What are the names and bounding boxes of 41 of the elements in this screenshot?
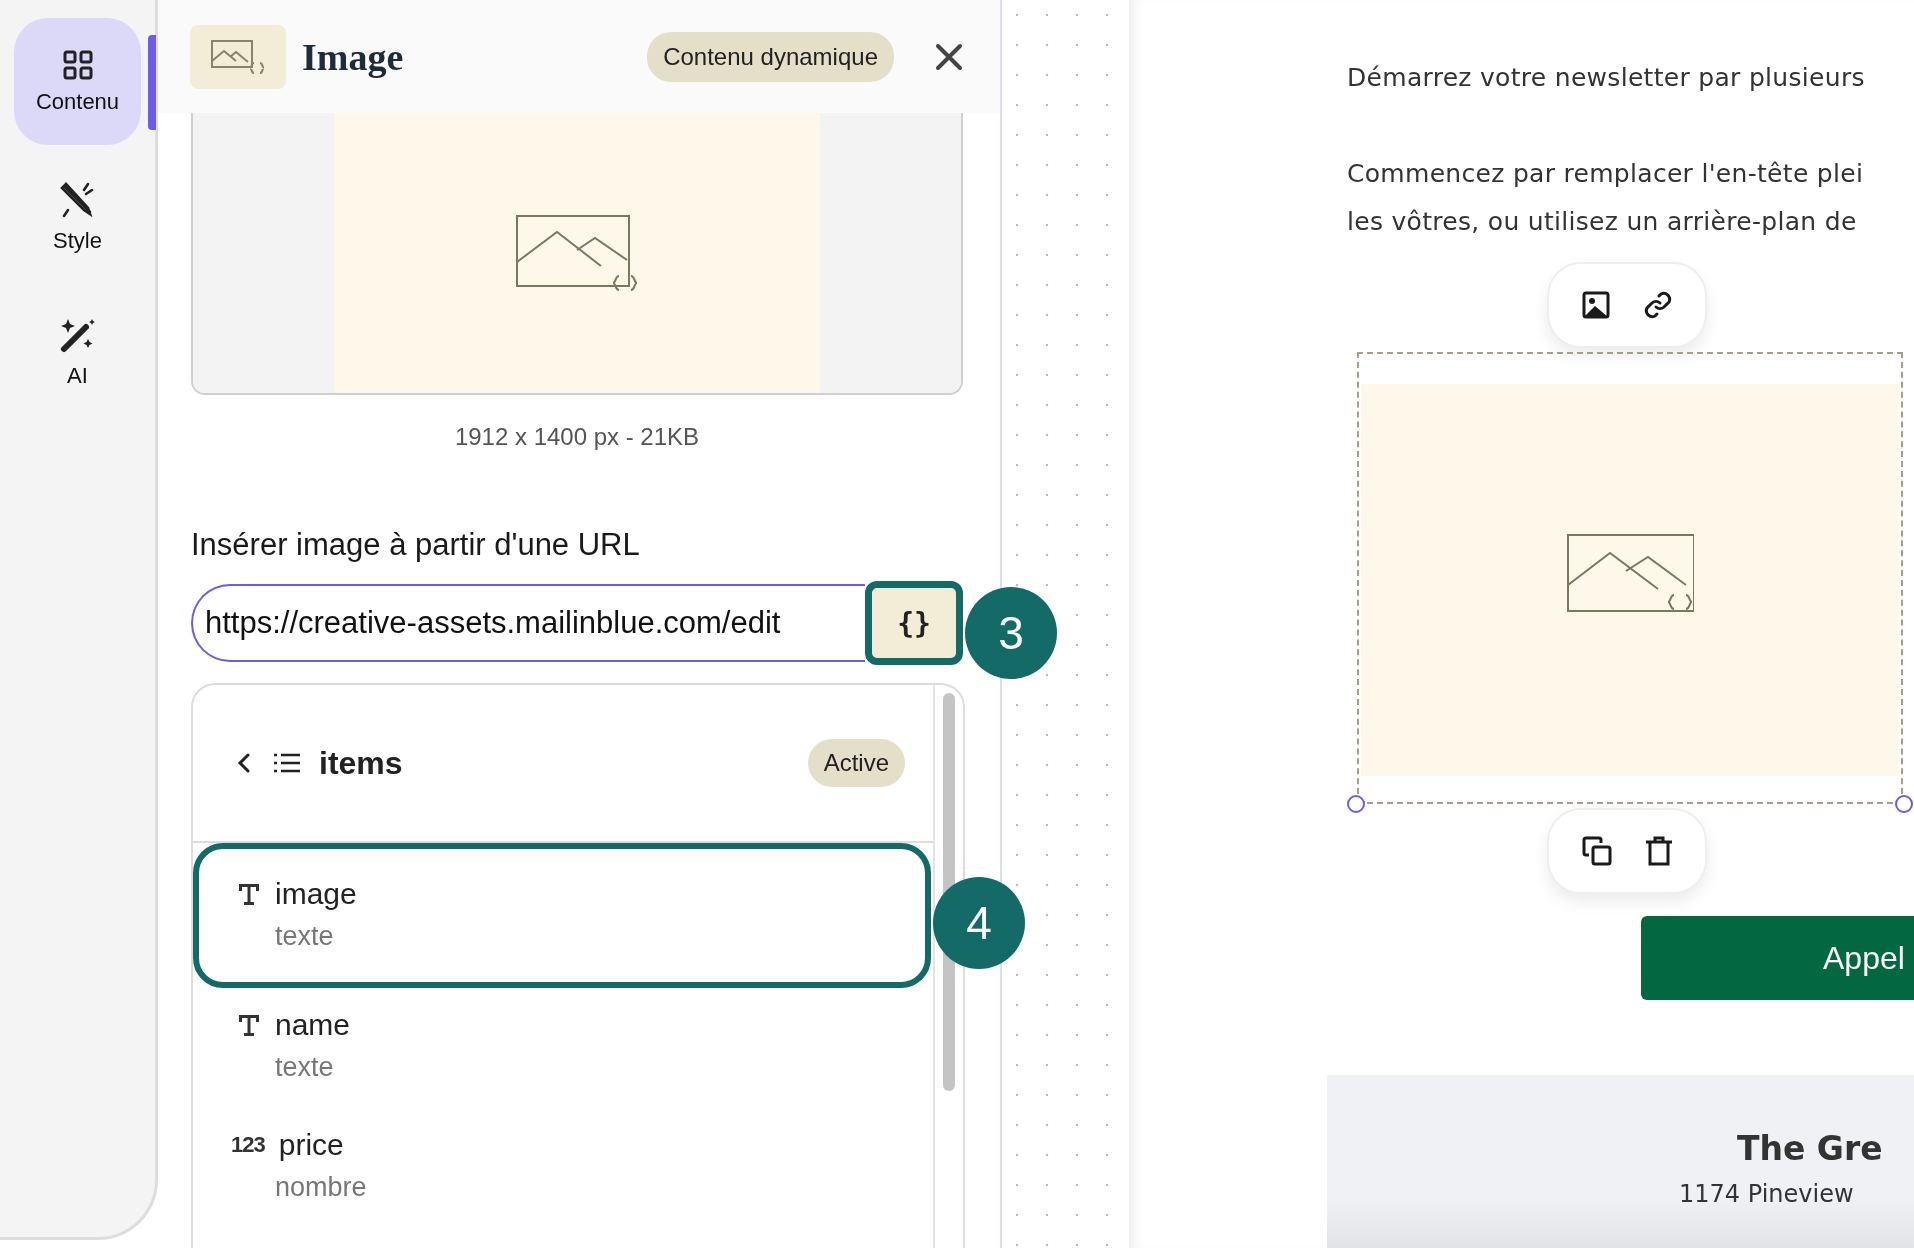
- field-type: nombre: [275, 1172, 368, 1203]
- collection-title: items: [319, 744, 404, 782]
- field-name: price: [278, 1128, 344, 1162]
- back-icon: [237, 752, 251, 774]
- dynamic-content-button[interactable]: {}: [865, 581, 963, 665]
- image-icon[interactable]: [1580, 290, 1611, 320]
- field-name: image: [275, 877, 357, 911]
- url-field[interactable]: https://creative-assets.mailinblue.com/edit: [191, 584, 865, 662]
- status-badge: Active: [807, 739, 905, 787]
- body-text: les vôtres, ou utilisez un arrière-plan de: [1347, 206, 1857, 238]
- company-address: 1174 Pineview: [1679, 1180, 1855, 1208]
- company-name: The Gre: [1737, 1129, 1884, 1168]
- resize-handle[interactable]: [1347, 795, 1365, 813]
- text-type-icon: [237, 882, 261, 906]
- nav-item[interactable]: Style: [14, 153, 141, 280]
- field-item[interactable]: name texte: [193, 988, 931, 1108]
- close-icon: [934, 41, 964, 72]
- nav-item[interactable]: AI: [14, 288, 141, 415]
- intro-text: Démarrez votre newsletter par plusieurs: [1347, 62, 1865, 94]
- image-info: 1912 x 1400 px - 21KB: [453, 423, 701, 451]
- body-text: Commencez par remplacer l'en-tête plei: [1347, 158, 1864, 190]
- step-marker: 3: [965, 587, 1057, 679]
- trash-icon[interactable]: [1643, 835, 1674, 867]
- text-type-icon: [237, 1013, 261, 1037]
- field-item[interactable]: 123 price nombre: [193, 1108, 931, 1228]
- image-placeholder-icon: [515, 214, 639, 292]
- dynamic-image-icon: [190, 24, 286, 89]
- resize-handle[interactable]: [1895, 795, 1913, 813]
- dynamic-content-badge: Contenu dynamique: [647, 31, 894, 82]
- number-type-icon: 123: [231, 1131, 265, 1159]
- grid-icon: [61, 48, 94, 81]
- url-label: Insérer image à partir d'une URL: [191, 527, 641, 563]
- field-name: name: [275, 1008, 351, 1042]
- list-icon: [273, 752, 301, 774]
- field-type: texte: [275, 1052, 335, 1083]
- field-type: texte: [275, 921, 335, 952]
- field-item[interactable]: image texte: [193, 843, 931, 988]
- copy-icon[interactable]: [1580, 835, 1613, 867]
- nav-item[interactable]: Contenu: [14, 18, 141, 145]
- call-to-action-button[interactable]: Appel: [1641, 916, 1914, 1000]
- panel-title: Image: [302, 34, 405, 79]
